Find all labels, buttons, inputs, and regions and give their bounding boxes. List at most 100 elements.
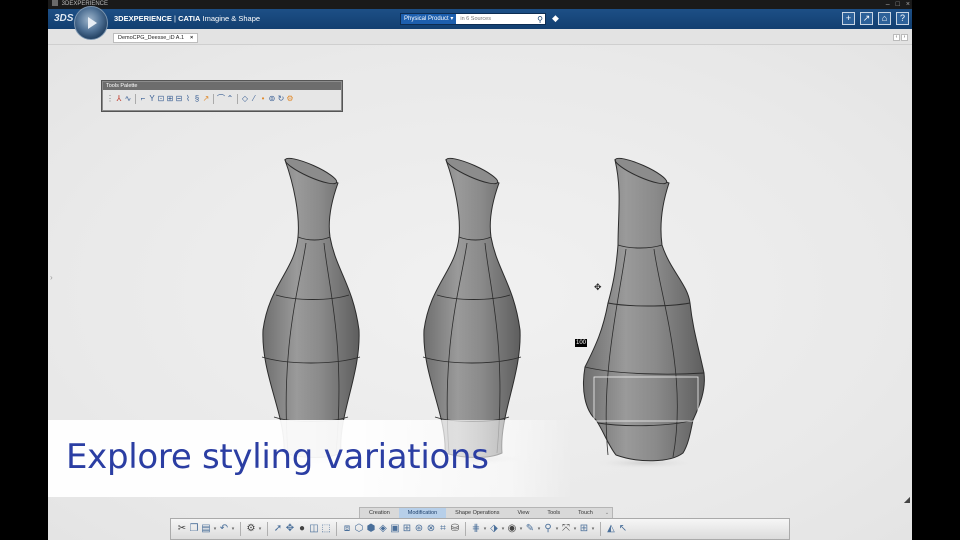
push-icon[interactable]: ◈: [378, 522, 388, 536]
cube-view-icon[interactable]: ⬗: [489, 522, 499, 536]
extrude-face-icon[interactable]: ▣: [390, 522, 400, 536]
extrude-icon[interactable]: ⌒: [217, 94, 225, 104]
move-icon[interactable]: ✥: [285, 522, 295, 536]
catia-window: 3DEXPERIENCE – □ × 3DS 3DEXPERIENCE | CA…: [48, 0, 912, 540]
sketch-icon[interactable]: ✎: [525, 522, 535, 536]
surface-icon[interactable]: ⬚: [321, 522, 331, 536]
tools-palette-title[interactable]: Tools Palette: [103, 82, 341, 90]
mirror-icon[interactable]: ⌐: [139, 94, 147, 104]
crease-icon[interactable]: ⌃: [226, 94, 234, 104]
close-icon[interactable]: ×: [906, 0, 910, 9]
tab-next-icon[interactable]: ›: [901, 34, 908, 41]
edge-icon[interactable]: ⌇: [184, 94, 192, 104]
settings-dropdown-icon[interactable]: ▾: [258, 522, 262, 536]
compass-icon[interactable]: [74, 6, 108, 40]
sphere-icon[interactable]: ●: [297, 522, 307, 536]
display-icon[interactable]: ⊚: [268, 94, 276, 104]
mesh-icon[interactable]: ⌗: [438, 522, 448, 536]
refresh-icon[interactable]: ↻: [277, 94, 285, 104]
home-icon[interactable]: ⌂: [878, 12, 891, 25]
tweak-icon[interactable]: ↗: [202, 94, 210, 104]
maximize-icon[interactable]: □: [896, 0, 900, 9]
paste-icon[interactable]: ▤: [201, 522, 211, 536]
axis-icon[interactable]: ⤧: [561, 522, 571, 536]
copy-icon[interactable]: ❐: [189, 522, 199, 536]
brand-prefix: 3DEXPERIENCE: [114, 14, 172, 23]
add-icon[interactable]: +: [842, 12, 855, 25]
cylinder-icon[interactable]: ◫: [309, 522, 319, 536]
measure-dropdown-icon[interactable]: ▾: [555, 522, 559, 536]
dimension-label: 100: [575, 339, 588, 347]
rotate-icon[interactable]: ◇: [241, 94, 249, 104]
vase-1[interactable]: [261, 154, 363, 465]
grid-snap-dropdown-icon[interactable]: ▾: [591, 522, 595, 536]
share-icon[interactable]: ↗: [860, 12, 873, 25]
point-icon[interactable]: •: [259, 94, 267, 104]
action-bar-separator: [600, 522, 601, 536]
tab-tools[interactable]: Tools: [538, 508, 569, 518]
caption-text: Explore styling variations: [66, 437, 489, 477]
action-bar-separator: [240, 522, 241, 536]
document-tab[interactable]: DemoCPG_Deesse_iD A.1 ×: [113, 33, 199, 43]
undo-icon[interactable]: ↶: [219, 522, 229, 536]
grid-dropdown-icon[interactable]: ▾: [483, 522, 487, 536]
cube-dropdown-icon[interactable]: ▾: [501, 522, 505, 536]
vase-3[interactable]: [582, 154, 705, 469]
line-icon[interactable]: ⁄: [250, 94, 258, 104]
undo-dropdown-icon[interactable]: ▾: [231, 522, 235, 536]
paste-dropdown-icon[interactable]: ▾: [213, 522, 217, 536]
select-icon[interactable]: ➚: [273, 522, 283, 536]
subdivision-icon[interactable]: ⊞: [166, 94, 174, 104]
visibility-icon[interactable]: ◭: [606, 522, 616, 536]
bend-icon[interactable]: ⊗: [426, 522, 436, 536]
os-title-bar: 3DEXPERIENCE – □ ×: [48, 0, 912, 9]
top-bar: 3DS 3DEXPERIENCE | CATIA Imagine & Shape…: [48, 6, 912, 40]
compass-axis-icon[interactable]: ⅄: [115, 94, 123, 104]
search-context-select[interactable]: Physical Product ▾: [401, 14, 457, 24]
axis-dropdown-icon[interactable]: ▾: [573, 522, 577, 536]
tab-navigation: ‹ ›: [893, 34, 908, 41]
video-frame: 3DEXPERIENCE – □ × 3DS 3DEXPERIENCE | CA…: [0, 0, 960, 540]
help-icon[interactable]: ?: [896, 12, 909, 25]
twist-icon[interactable]: ⊛: [414, 522, 424, 536]
settings-icon[interactable]: ⚙: [246, 522, 256, 536]
brand-role: Imagine & Shape: [202, 14, 261, 23]
tab-touch[interactable]: Touch: [569, 508, 602, 518]
sketch-dropdown-icon[interactable]: ▾: [537, 522, 541, 536]
freeze-icon[interactable]: ⊟: [175, 94, 183, 104]
snap-icon[interactable]: ∿: [124, 94, 132, 104]
close-tab-icon[interactable]: ×: [190, 35, 193, 41]
tabs-more-icon[interactable]: ⌄: [602, 508, 612, 518]
tab-shape-operations[interactable]: Shape Operations: [446, 508, 508, 518]
grid-icon[interactable]: ⋕: [471, 522, 481, 536]
document-tab-label: DemoCPG_Deesse_iD A.1: [118, 35, 185, 41]
action-bar-separator: [267, 522, 268, 536]
tag-icon[interactable]: ◆: [552, 13, 559, 24]
search-icon[interactable]: ⚲: [537, 15, 543, 24]
options-icon[interactable]: ⚙: [286, 94, 294, 104]
grid-snap-icon[interactable]: ⊞: [579, 522, 589, 536]
tab-modification[interactable]: Modification: [398, 508, 447, 518]
symmetry-icon[interactable]: Y: [148, 94, 156, 104]
loop-icon[interactable]: §: [193, 94, 201, 104]
tab-prev-icon[interactable]: ‹: [893, 34, 900, 41]
palette-separator: [213, 94, 214, 104]
scale-icon[interactable]: ⊞: [402, 522, 412, 536]
search-input[interactable]: [456, 16, 517, 22]
bucket-icon[interactable]: ⛁: [450, 522, 460, 536]
edit-cage-icon[interactable]: ⬡: [354, 522, 364, 536]
render-dropdown-icon[interactable]: ▾: [519, 522, 523, 536]
minimize-icon[interactable]: –: [886, 0, 890, 9]
attract-icon[interactable]: ⊡: [157, 94, 165, 104]
measure-icon[interactable]: ⚲: [543, 522, 553, 536]
tools-palette-icons: ⋮ ⅄ ∿ ⌐ Y ⊡ ⊞ ⊟ ⌇ § ↗ ⌒ ⌃ ◇ ⁄ • ⊚ ↻ ⚙: [103, 90, 341, 108]
vase-2[interactable]: [422, 154, 524, 465]
cut-icon[interactable]: ✂: [177, 522, 187, 536]
tab-creation[interactable]: Creation: [360, 508, 399, 518]
box-icon[interactable]: ⧈: [342, 522, 352, 536]
3d-viewport[interactable]: › ✥ 100 ◢ Tools Palette ⋮ ⅄ ∿ ⌐ Y ⊡ ⊞ ⊟ …: [48, 45, 912, 540]
render-icon[interactable]: ◉: [507, 522, 517, 536]
tab-view[interactable]: View: [509, 508, 539, 518]
pointer-icon[interactable]: ↖: [618, 522, 628, 536]
pull-icon[interactable]: ⬢: [366, 522, 376, 536]
